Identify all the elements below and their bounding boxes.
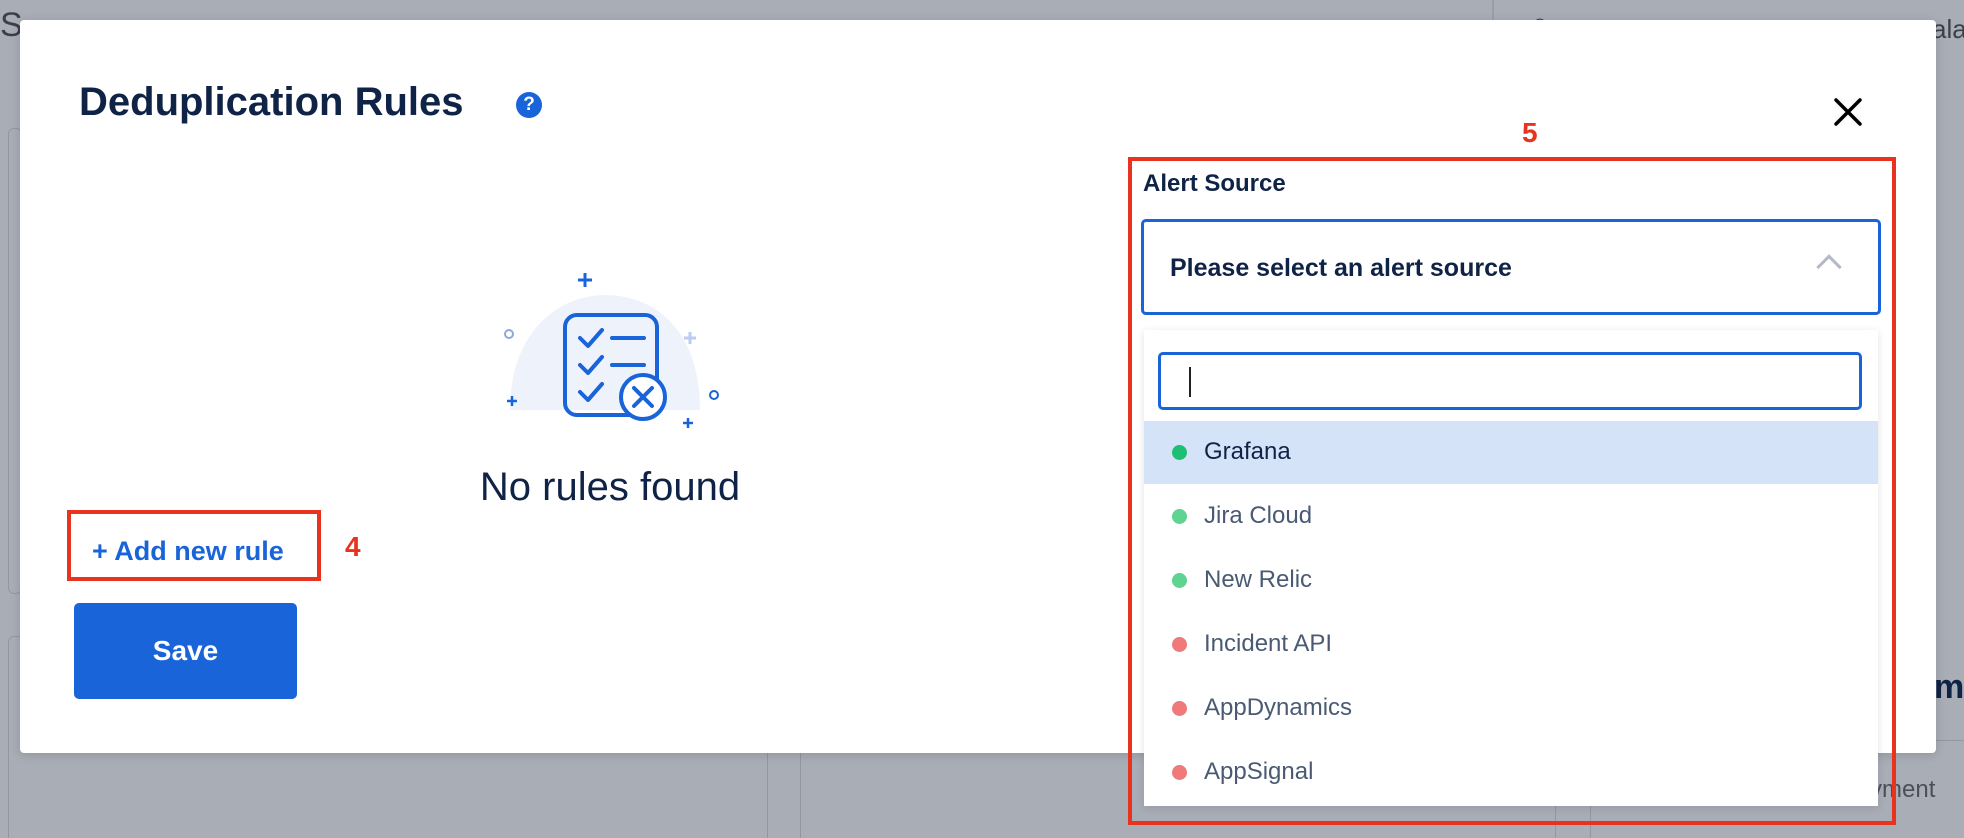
status-dot-icon <box>1172 765 1187 780</box>
alert-source-search-input[interactable] <box>1158 352 1862 410</box>
alert-source-label: Alert Source <box>1143 170 1286 197</box>
status-dot-icon <box>1172 637 1187 652</box>
annotation-box-add-rule <box>67 510 321 581</box>
alert-source-option-new-relic[interactable]: New Relic <box>1144 549 1878 612</box>
text-caret <box>1189 367 1191 397</box>
annotation-number-5: 5 <box>1522 117 1538 148</box>
background-top-right-fragment: ala <box>1932 14 1964 44</box>
option-label: Incident API <box>1204 630 1333 657</box>
save-button[interactable]: Save <box>74 603 297 699</box>
alert-source-placeholder: Please select an alert source <box>1170 254 1512 282</box>
background-right-fragment: m <box>1934 668 1964 706</box>
option-label: Grafana <box>1204 438 1291 465</box>
alert-source-option-incident-api[interactable]: Incident API <box>1144 613 1878 676</box>
alert-source-option-jira-cloud[interactable]: Jira Cloud <box>1144 485 1878 548</box>
status-dot-icon <box>1172 445 1187 460</box>
option-label: New Relic <box>1204 566 1313 593</box>
option-label: AppDynamics <box>1204 694 1353 721</box>
alert-source-option-appsignal[interactable]: AppSignal <box>1144 741 1878 804</box>
alert-source-option-grafana[interactable]: Grafana <box>1144 421 1878 484</box>
alert-source-option-appdynamics[interactable]: AppDynamics <box>1144 677 1878 740</box>
close-icon[interactable] <box>1828 92 1868 132</box>
status-dot-icon <box>1172 573 1187 588</box>
alert-source-select[interactable]: Please select an alert source <box>1141 219 1881 315</box>
annotation-number-4: 4 <box>345 531 361 562</box>
help-icon[interactable]: ? <box>516 92 542 118</box>
empty-state-text: No rules found <box>479 465 741 509</box>
alert-source-dropdown: Grafana Jira Cloud New Relic Incident AP… <box>1144 330 1878 806</box>
status-dot-icon <box>1172 509 1187 524</box>
option-label: AppSignal <box>1204 758 1314 785</box>
background-divider <box>1492 0 1494 20</box>
option-label: Jira Cloud <box>1204 502 1313 529</box>
empty-checklist-icon <box>504 273 719 428</box>
modal-title: Deduplication Rules <box>79 80 464 124</box>
chevron-up-icon <box>1816 254 1842 280</box>
status-dot-icon <box>1172 701 1187 716</box>
